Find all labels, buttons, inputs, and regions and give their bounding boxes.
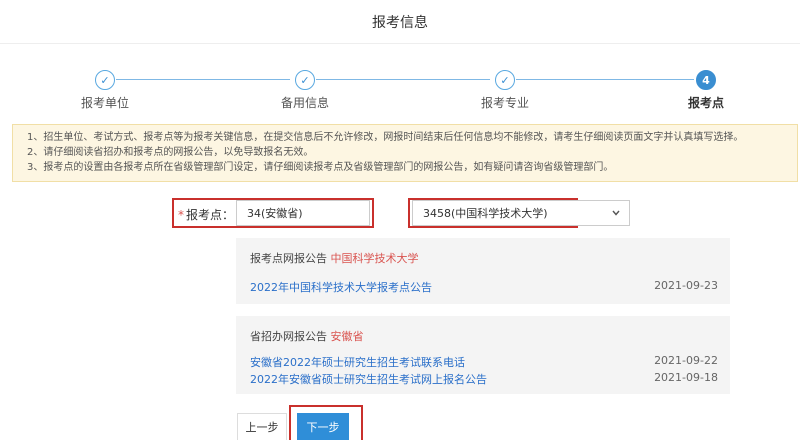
step-label-unit: 报考单位 bbox=[80, 96, 130, 110]
required-mark: * bbox=[178, 208, 184, 222]
chevron-down-icon bbox=[612, 210, 620, 216]
step-label-backup: 备用信息 bbox=[280, 96, 330, 110]
site-notice-card: 报考点网报公告 中国科学技术大学 2022年中国科学技术大学报考点公告 2021… bbox=[236, 238, 730, 304]
step-connector bbox=[316, 79, 490, 80]
notice-list-item[interactable]: 2022年中国科学技术大学报考点公告 2021-09-23 bbox=[250, 279, 718, 295]
notice-line: 1、招生单位、考试方式、报考点等为报考关键信息，在提交信息后不允许修改，网报时间… bbox=[27, 132, 744, 143]
step-label-major: 报考专业 bbox=[480, 96, 530, 110]
next-step-button[interactable]: 下一步 bbox=[297, 413, 349, 440]
prev-step-button[interactable]: 上一步 bbox=[237, 413, 287, 440]
province-notice-title: 省招办网报公告 安徽省 bbox=[250, 328, 364, 344]
check-icon: ✓ bbox=[95, 70, 115, 90]
notice-line: 2、请仔细阅读省招办和报考点的网报公告，以免导致报名无效。 bbox=[27, 147, 314, 158]
step-number-4: 4 bbox=[696, 70, 716, 90]
notice-date: 2021-09-23 bbox=[654, 279, 718, 292]
notice-date: 2021-09-18 bbox=[654, 371, 718, 384]
notice-line: 3、报考点的设置由各报考点所在省级管理部门设定，请仔细阅读报考点及省级管理部门的… bbox=[27, 162, 614, 173]
site-notice-title-text: 报考点网报公告 bbox=[250, 252, 327, 265]
page-header: 报考信息 bbox=[0, 0, 800, 44]
exam-site-label: * 报考点： bbox=[178, 206, 234, 223]
progress-steps: ✓ ✓ ✓ 4 报考单位 备用信息 报考专业 报考点 bbox=[0, 66, 800, 116]
site-select[interactable]: 3458(中国科学技术大学) bbox=[412, 200, 630, 226]
notice-list-item[interactable]: 2022年安徽省硕士研究生招生考试网上报名公告 2021-09-18 bbox=[250, 371, 718, 387]
notice-link[interactable]: 2022年中国科学技术大学报考点公告 bbox=[250, 279, 432, 295]
site-notice-title-highlight: 中国科学技术大学 bbox=[330, 252, 419, 265]
site-notice-title: 报考点网报公告 中国科学技术大学 bbox=[250, 250, 419, 266]
notice-date: 2021-09-22 bbox=[654, 354, 718, 367]
step-connector bbox=[516, 79, 694, 80]
check-icon: ✓ bbox=[295, 70, 315, 90]
step-connector bbox=[116, 79, 290, 80]
notice-list-item[interactable]: 安徽省2022年硕士研究生招生考试联系电话 2021-09-22 bbox=[250, 354, 718, 370]
notice-link[interactable]: 2022年安徽省硕士研究生招生考试网上报名公告 bbox=[250, 371, 487, 387]
province-select[interactable]: 34(安徽省) bbox=[236, 200, 370, 226]
page-title: 报考信息 bbox=[372, 14, 428, 31]
province-notice-title-text: 省招办网报公告 bbox=[250, 330, 327, 343]
province-select-value: 34(安徽省) bbox=[247, 207, 303, 220]
exam-site-label-text: 报考点： bbox=[186, 208, 235, 222]
notice-box: 1、招生单位、考试方式、报考点等为报考关键信息，在提交信息后不允许修改，网报时间… bbox=[12, 124, 798, 182]
province-notice-title-highlight: 安徽省 bbox=[330, 330, 364, 343]
notice-link[interactable]: 安徽省2022年硕士研究生招生考试联系电话 bbox=[250, 354, 465, 370]
site-select-value: 3458(中国科学技术大学) bbox=[423, 207, 548, 220]
check-icon: ✓ bbox=[495, 70, 515, 90]
step-label-site: 报考点 bbox=[687, 96, 725, 110]
exam-site-select-row: * 报考点： 34(安徽省) 3458(中国科学技术大学) bbox=[0, 198, 800, 232]
province-notice-card: 省招办网报公告 安徽省 安徽省2022年硕士研究生招生考试联系电话 2021-0… bbox=[236, 316, 730, 394]
